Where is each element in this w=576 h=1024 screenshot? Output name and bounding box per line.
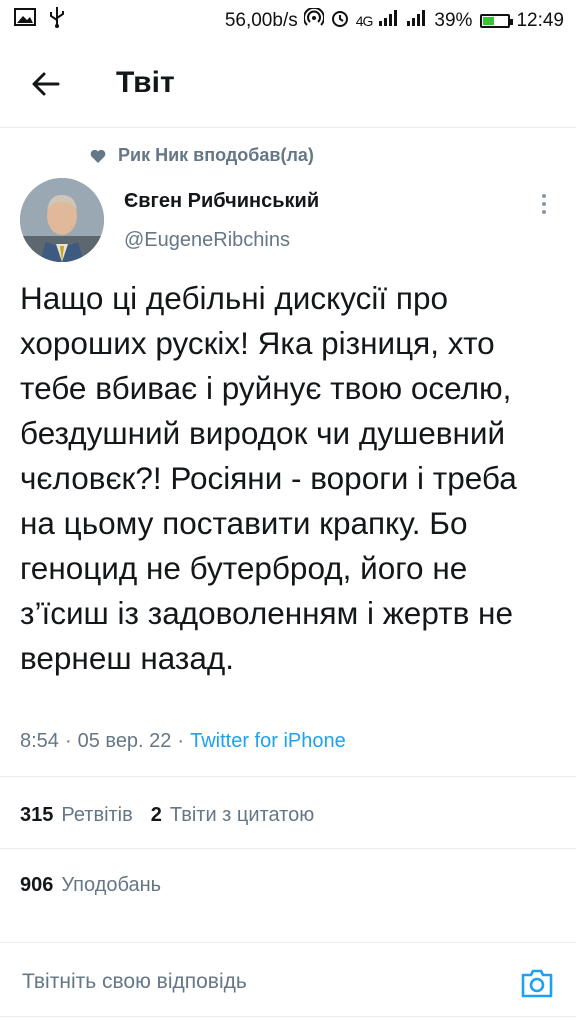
header: Твіт [0,52,576,122]
avatar[interactable] [20,178,104,262]
stats-row-retweets: 315 Ретвітів 2 Твіти з цитатою [20,804,314,827]
stats-row-likes: 906 Уподобань [20,874,161,897]
page-title: Твіт [116,66,175,99]
clock: 12:49 [516,10,564,31]
dot [542,194,546,198]
status-right: 56,00b/s 4G 39% 12:49 [224,6,564,34]
tweet-source-link[interactable]: Twitter for iPhone [190,730,346,753]
arrow-left-icon [32,72,60,96]
divider [0,127,576,128]
likes-stat[interactable]: 906 Уподобань [20,874,161,897]
hotspot-icon [302,6,325,34]
tweet-date: 05 вер. 22 [77,730,172,752]
likes-label: Уподобань [61,874,162,896]
author-name[interactable]: Євген Рибчинський [124,190,319,213]
battery-icon [480,14,514,28]
quotes-stat[interactable]: 2 Твіти з цитатою [151,804,314,827]
dot [542,210,546,214]
back-button[interactable] [30,68,62,100]
status-bar: 56,00b/s 4G 39% 12:49 [0,0,576,38]
signal-icon [406,9,428,33]
avatar-image [20,178,104,262]
more-options-button[interactable] [530,190,558,218]
tweet-meta: 8:54 · 05 вер. 22 · Twitter for iPhone [20,730,346,753]
divider [0,848,576,849]
battery-level [483,17,494,25]
social-context-text: Рик Ник вподобав(ла) [118,145,314,165]
retweets-label: Ретвітів [61,804,133,826]
reply-input[interactable]: Твітніть свою відповідь [22,970,247,994]
network-speed: 56,00b/s [224,10,298,31]
camera-button[interactable] [520,966,554,1000]
divider [0,776,576,777]
divider [0,942,576,943]
retweets-stat[interactable]: 315 Ретвітів [20,804,133,827]
image-icon [14,7,36,32]
meta-separator: · [177,730,185,752]
author-handle[interactable]: @EugeneRibchins [124,229,290,252]
alarm-icon [330,8,350,34]
status-left [14,6,66,33]
tweet-text: Нащо ці дебільні дискусії про хороших ру… [20,280,517,676]
retweets-count: 315 [20,804,54,826]
quotes-label: Твіти з цитатою [169,804,315,826]
dot [542,202,546,206]
camera-icon [521,969,553,998]
heart-icon [90,149,106,163]
battery-percent: 39% [434,10,473,31]
divider [0,1016,576,1017]
usb-icon [48,6,66,33]
social-context[interactable]: Рик Ник вподобав(ла) [90,145,314,166]
meta-separator: · [64,730,72,752]
quotes-count: 2 [150,804,162,826]
network-type: 4G [355,13,374,29]
tweet-time: 8:54 [20,730,59,752]
likes-count: 906 [20,874,54,896]
signal-icon [378,9,400,33]
